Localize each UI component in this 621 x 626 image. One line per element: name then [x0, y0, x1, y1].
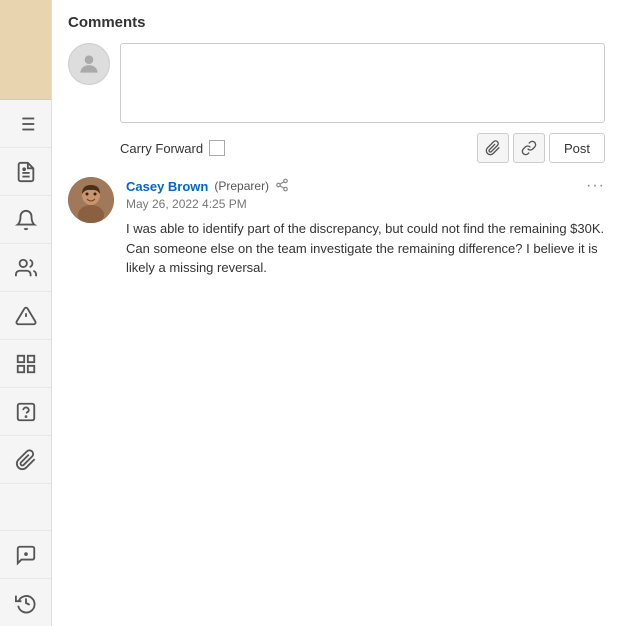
- sidebar-bottom: [0, 530, 51, 626]
- link-icon: [521, 140, 537, 156]
- share-icon[interactable]: [275, 178, 289, 195]
- sidebar-item-people[interactable]: [0, 244, 51, 292]
- post-button[interactable]: Post: [549, 133, 605, 163]
- dashboard-icon: [15, 353, 37, 375]
- section-title: Comments: [68, 14, 605, 31]
- sidebar-top-spacer: [0, 0, 51, 100]
- sidebar-item-list[interactable]: [0, 100, 51, 148]
- sidebar-item-warning[interactable]: [0, 292, 51, 340]
- comment-input[interactable]: [120, 43, 605, 123]
- sidebar-item-chat-settings[interactable]: [0, 530, 51, 578]
- sidebar-item-report[interactable]: [0, 148, 51, 196]
- main-content: Comments Carry Forward Post: [52, 0, 621, 626]
- carry-forward-label: Carry Forward: [120, 141, 203, 156]
- casey-avatar-image: [68, 177, 114, 223]
- comment-body: Casey Brown (Preparer) ··· May 26, 2022 …: [126, 177, 605, 278]
- help-icon: [15, 401, 37, 423]
- sidebar-item-dashboard[interactable]: [0, 340, 51, 388]
- carry-forward-row: Carry Forward Post: [120, 133, 605, 163]
- attach-button[interactable]: [477, 133, 509, 163]
- comment-header: Casey Brown (Preparer) ···: [126, 177, 605, 195]
- sidebar-item-help[interactable]: [0, 388, 51, 436]
- comment-date: May 26, 2022 4:25 PM: [126, 197, 605, 211]
- user-avatar-icon: [76, 51, 102, 77]
- comment-author-name: Casey Brown: [126, 179, 208, 194]
- comment-author-role: (Preparer): [214, 179, 269, 193]
- warning-icon: [15, 305, 37, 327]
- report-icon: [15, 161, 37, 183]
- link-button[interactable]: [513, 133, 545, 163]
- carry-forward-checkbox[interactable]: [209, 140, 225, 156]
- sidebar-item-history[interactable]: [0, 578, 51, 626]
- sidebar: [0, 0, 52, 626]
- current-user-avatar: [68, 43, 110, 85]
- sidebar-item-attachments[interactable]: [0, 436, 51, 484]
- bell-icon: [15, 209, 37, 231]
- action-buttons: Post: [477, 133, 605, 163]
- comment-author-avatar: [68, 177, 114, 223]
- attach-icon: [485, 140, 501, 156]
- chat-settings-icon: [15, 544, 37, 566]
- list-icon: [15, 113, 37, 135]
- more-options-icon[interactable]: ···: [586, 177, 605, 195]
- comment-text: I was able to identify part of the discr…: [126, 219, 605, 278]
- history-icon: [15, 592, 37, 614]
- people-icon: [15, 257, 37, 279]
- comment-input-row: [68, 43, 605, 123]
- comment-entry: Casey Brown (Preparer) ··· May 26, 2022 …: [68, 177, 605, 278]
- sidebar-item-notifications[interactable]: [0, 196, 51, 244]
- paperclip-icon: [15, 449, 37, 471]
